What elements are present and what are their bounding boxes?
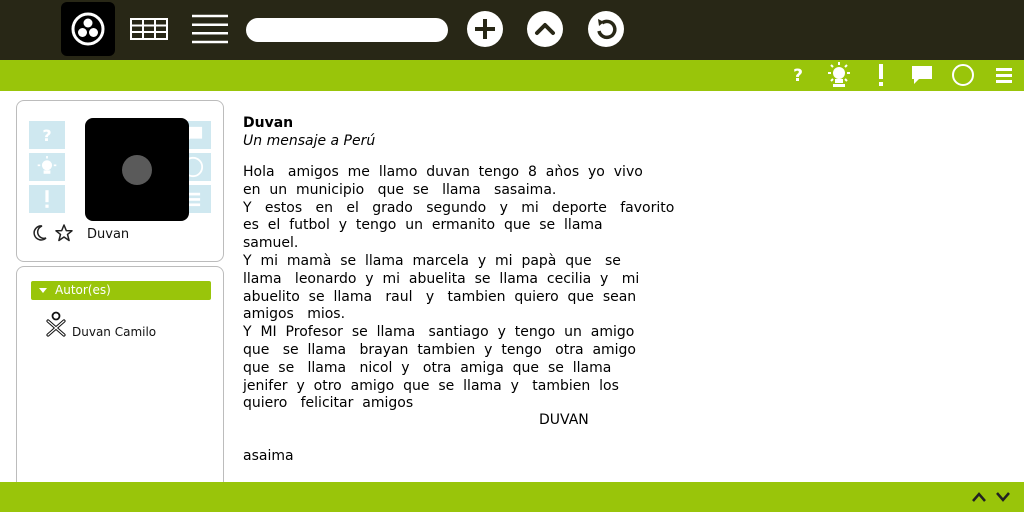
profile-dot-icon (122, 155, 152, 185)
refresh-button[interactable] (579, 2, 633, 56)
help-icon: ? (793, 66, 803, 85)
list-view-icon (192, 14, 228, 44)
menu-icon (996, 68, 1012, 83)
add-icon (467, 11, 503, 47)
owner-name: Duvan (87, 227, 130, 242)
profile-icon-frame[interactable] (85, 118, 189, 221)
activity-button[interactable] (61, 2, 115, 56)
star-icon[interactable] (55, 224, 73, 242)
chat-button[interactable] (909, 62, 935, 88)
palette-alert-cell[interactable] (29, 185, 65, 213)
chevron-down-icon (996, 492, 1010, 502)
brightness-icon (37, 156, 57, 174)
scroll-up-button[interactable] (969, 487, 989, 507)
post-footer: asaima (243, 448, 294, 464)
palette-help-cell[interactable]: ? (29, 121, 65, 149)
author-name: Duvan Camilo (72, 325, 157, 339)
refresh-icon (588, 11, 624, 47)
palette-brightness-cell[interactable] (29, 153, 65, 181)
profile-card: ? Duvan (16, 100, 224, 262)
brightness-icon (828, 62, 850, 87)
circle-icon (952, 64, 974, 86)
alert-icon (45, 190, 49, 208)
post-signature: DUVAN (539, 412, 589, 428)
post-content: Duvan Un mensaje a Perú Hola amigos me l… (243, 114, 713, 464)
authors-heading: Autor(es) (55, 283, 111, 297)
help-icon: ? (42, 126, 51, 144)
authors-card: Autor(es) Duvan Camilo (16, 266, 224, 496)
post-body: Hola amigos me llamo duvan tengo 8 aǹos … (243, 164, 675, 412)
search-input[interactable] (246, 18, 448, 42)
list-view-button[interactable] (183, 2, 237, 56)
alert-button[interactable] (868, 62, 894, 88)
up-icon (527, 11, 563, 47)
menu-button[interactable] (991, 62, 1017, 88)
up-button[interactable] (518, 2, 572, 56)
activity-icon (71, 12, 105, 46)
svg-text:?: ? (793, 66, 803, 85)
circle-button[interactable] (950, 62, 976, 88)
grid-view-button[interactable] (122, 2, 176, 56)
post-subtitle: Un mensaje a Perú (243, 133, 376, 149)
grid-view-icon (130, 18, 168, 40)
brightness-button[interactable] (826, 62, 852, 88)
help-button[interactable]: ? (785, 62, 811, 88)
moon-icon[interactable] (33, 225, 47, 241)
post-title: Duvan (243, 115, 294, 131)
chat-icon (912, 66, 932, 84)
person-icon (46, 311, 66, 337)
chevron-up-icon (972, 492, 986, 502)
add-button[interactable] (458, 2, 512, 56)
alert-icon (879, 64, 883, 86)
expand-triangle-icon (39, 288, 47, 293)
scroll-down-button[interactable] (993, 487, 1013, 507)
bottom-toolbar (0, 482, 1024, 512)
svg-text:?: ? (42, 126, 51, 144)
authors-section-header[interactable]: Autor(es) (31, 281, 211, 300)
